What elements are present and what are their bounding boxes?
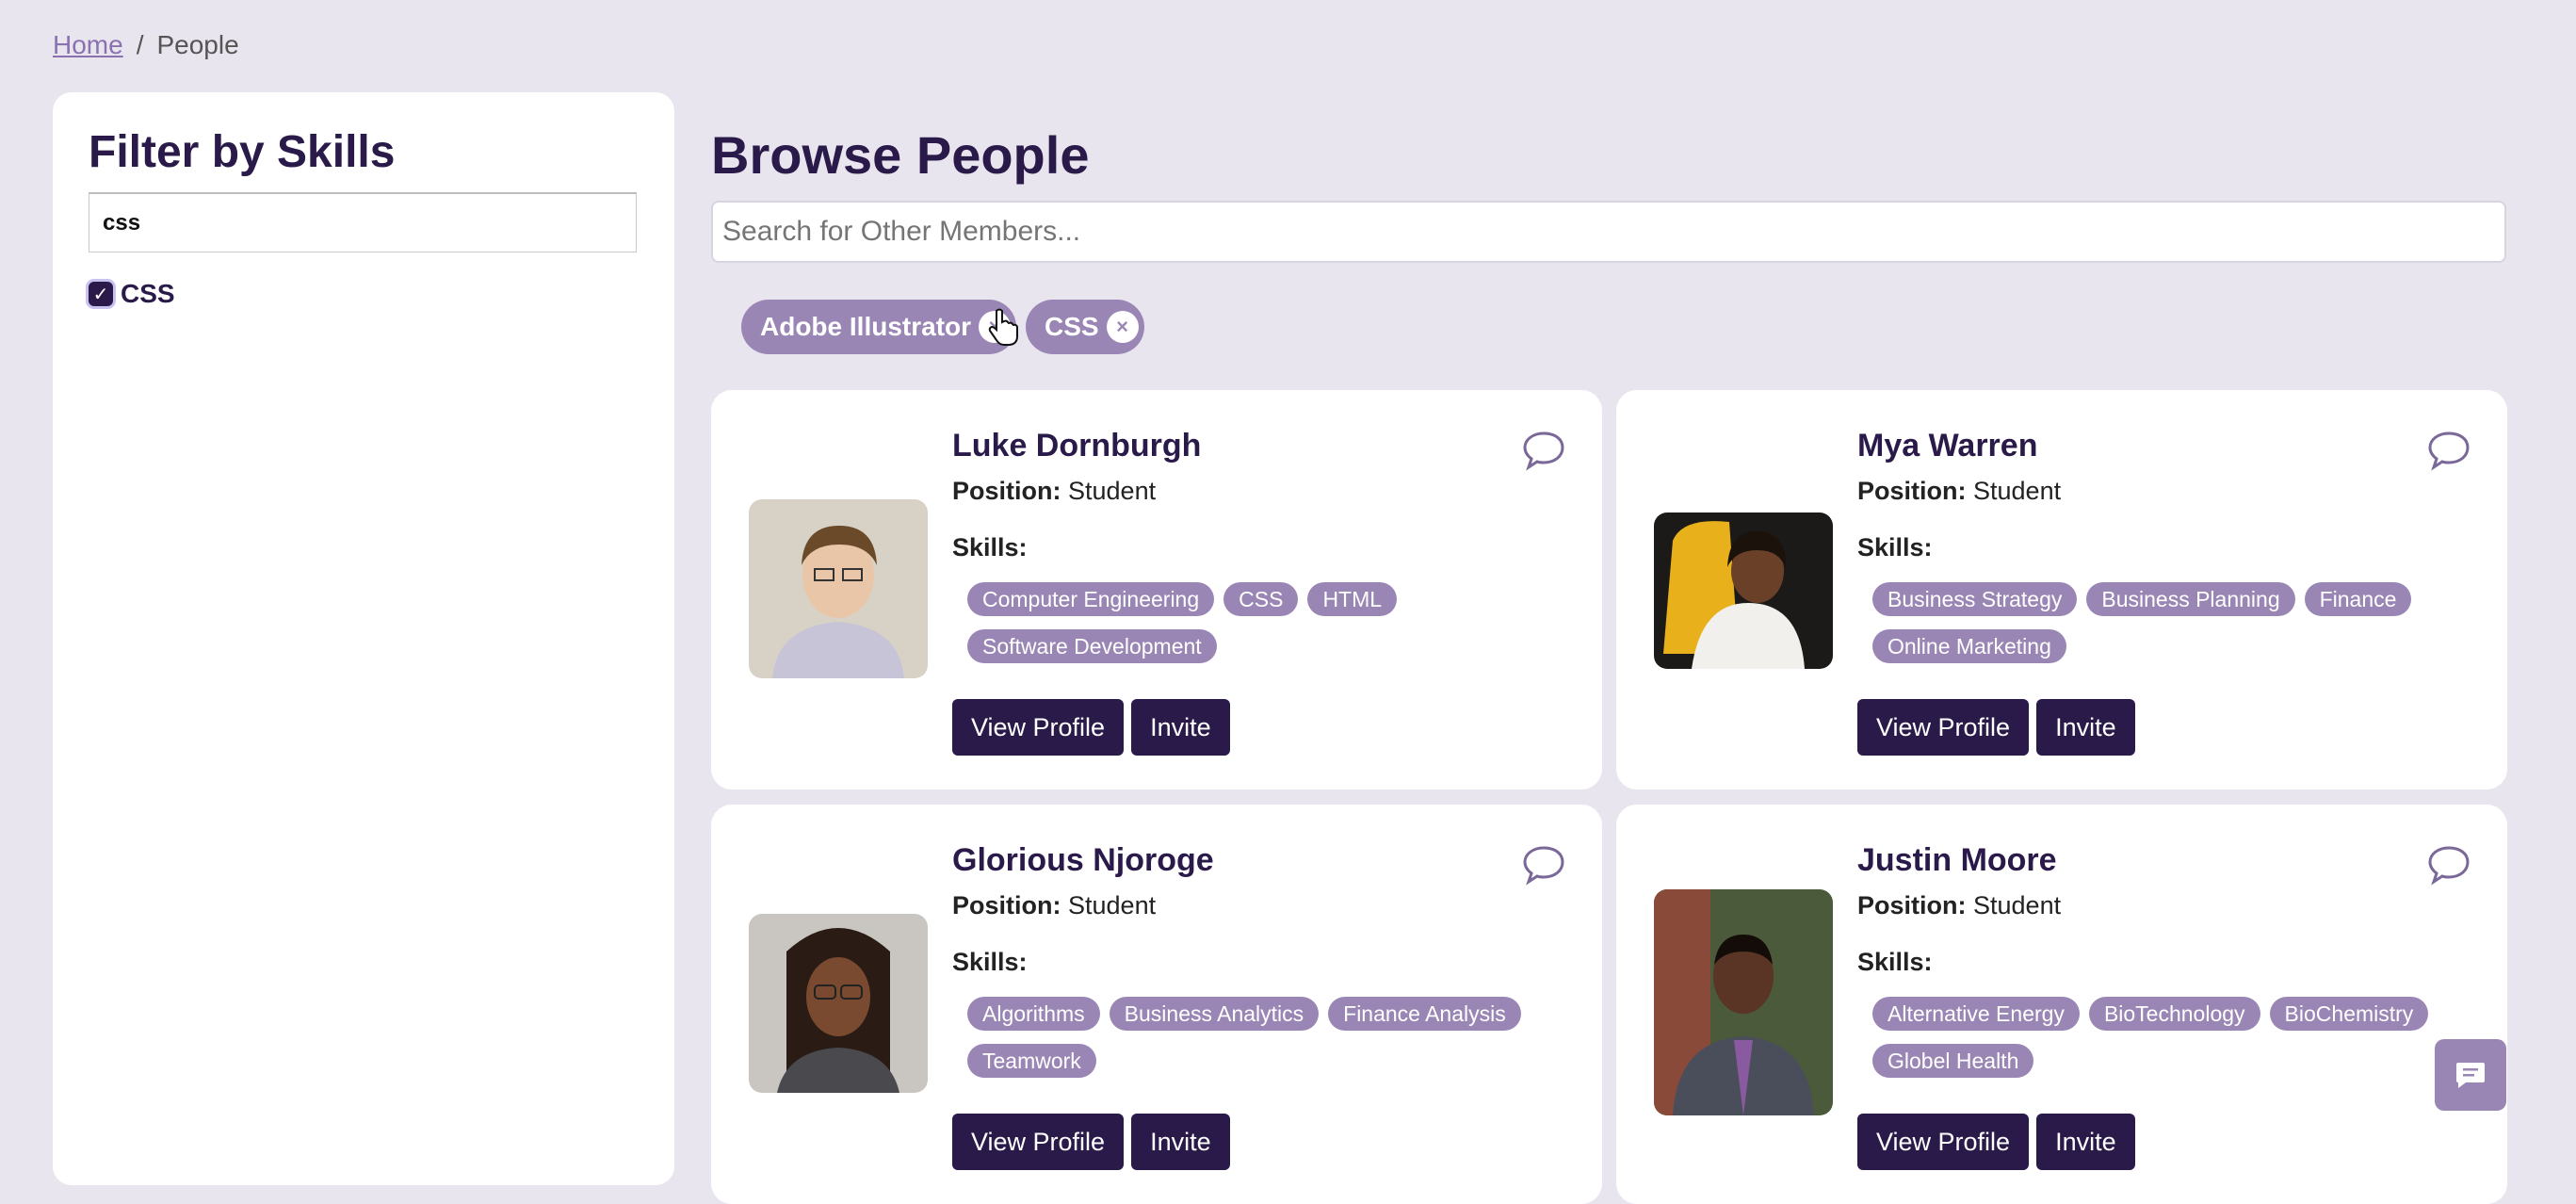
chat-fab-button[interactable] [2435,1039,2506,1111]
position-value: Student [1973,477,2062,505]
skills-label: Skills: [952,948,1028,976]
skill-tag: Business Planning [2086,582,2295,616]
invite-button[interactable]: Invite [1131,1114,1230,1170]
chat-bubble-icon[interactable] [1521,844,1566,886]
person-name: Justin Moore [1857,842,2057,878]
filter-chip: CSS × [1026,300,1144,354]
person-name: Mya Warren [1857,428,2038,464]
card-actions: View Profile Invite [1857,1114,2135,1170]
filter-chip: Adobe Illustrator × [741,300,1017,354]
skill-tag: CSS [1223,582,1299,616]
skill-tag: Teamwork [967,1044,1096,1078]
avatar [1654,513,1833,669]
skills-label: Skills: [952,533,1028,561]
breadcrumb-current: People [156,30,239,59]
position-label: Position: [1857,891,1967,919]
card-actions: View Profile Invite [1857,699,2135,756]
chat-bubble-icon[interactable] [1521,430,1566,471]
skill-tag: Finance Analysis [1328,997,1521,1031]
active-filter-chips: Adobe Illustrator × CSS × [741,300,1144,354]
person-name: Glorious Njoroge [952,842,1214,878]
position-label: Position: [952,891,1061,919]
chat-bubble-icon[interactable] [2426,844,2471,886]
person-name: Luke Dornburgh [952,428,1202,464]
skill-filter-input[interactable] [89,192,637,252]
skill-checkbox-label: CSS [121,279,175,308]
card-actions: View Profile Invite [952,699,1230,756]
skill-tag: Business Analytics [1109,997,1320,1031]
invite-button[interactable]: Invite [2036,699,2135,756]
skill-tags: Algorithms Business Analytics Finance An… [967,997,1570,1078]
person-position: Position: Student [1857,477,2061,506]
invite-button[interactable]: Invite [2036,1114,2135,1170]
filter-chip-label: CSS [1045,312,1099,341]
hand-pointer-icon [988,308,1018,346]
breadcrumb: Home / People [53,30,239,60]
person-card: Luke Dornburgh Position: Student Skills:… [711,390,1602,789]
position-value: Student [1973,891,2062,919]
filter-sidebar: Filter by Skills ✓ CSS [53,92,674,1185]
view-profile-button[interactable]: View Profile [952,1114,1125,1170]
breadcrumb-separator: / [136,30,144,59]
skill-tags: Alternative Energy BioTechnology BioChem… [1872,997,2475,1078]
checkbox-checked-icon[interactable]: ✓ [89,282,113,306]
position-value: Student [1068,891,1157,919]
skill-tags: Computer Engineering CSS HTML Software D… [967,582,1570,663]
person-position: Position: Student [952,477,1156,506]
skill-tag: Algorithms [967,997,1100,1031]
member-search-input[interactable] [711,201,2506,263]
skill-tag: HTML [1307,582,1398,616]
avatar [749,499,928,678]
chat-bubble-icon[interactable] [2426,430,2471,471]
skill-tag: BioTechnology [2088,997,2260,1031]
position-label: Position: [952,477,1061,505]
skills-label: Skills: [1857,948,1933,976]
skill-tags: Business Strategy Business Planning Fina… [1872,582,2475,663]
avatar [749,914,928,1093]
filter-title: Filter by Skills [89,127,396,177]
skill-tag: BioChemistry [2269,997,2429,1031]
card-actions: View Profile Invite [952,1114,1230,1170]
position-label: Position: [1857,477,1967,505]
position-value: Student [1068,477,1157,505]
view-profile-button[interactable]: View Profile [952,699,1125,756]
skill-checkbox-css[interactable]: ✓ CSS [89,279,175,309]
invite-button[interactable]: Invite [1131,699,1230,756]
skill-tag: Finance [2304,582,2412,616]
filter-chip-label: Adobe Illustrator [760,312,972,341]
person-card: Mya Warren Position: Student Skills: Bus… [1616,390,2507,789]
skill-tag: Business Strategy [1872,582,2078,616]
message-icon [2456,1063,2485,1088]
skill-tag: Online Marketing [1872,629,2066,663]
avatar [1654,889,1833,1115]
person-position: Position: Student [1857,891,2061,920]
skill-tag: Alternative Energy [1872,997,2080,1031]
skills-label: Skills: [1857,533,1933,561]
skill-tag: Computer Engineering [967,582,1215,616]
person-card: Justin Moore Position: Student Skills: A… [1616,805,2507,1204]
person-position: Position: Student [952,891,1156,920]
view-profile-button[interactable]: View Profile [1857,1114,2030,1170]
person-card: Glorious Njoroge Position: Student Skill… [711,805,1602,1204]
remove-filter-icon[interactable]: × [1106,311,1139,343]
skill-tag: Software Development [967,629,1217,663]
breadcrumb-home-link[interactable]: Home [53,30,123,59]
page-title: Browse People [711,125,1090,185]
skill-tag: Globel Health [1872,1044,2034,1078]
view-profile-button[interactable]: View Profile [1857,699,2030,756]
